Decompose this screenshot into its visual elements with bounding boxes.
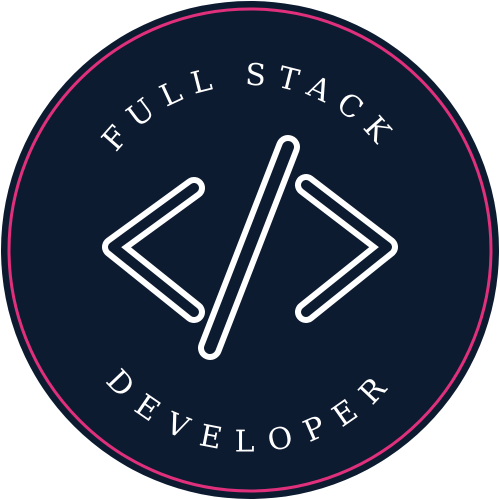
logo-svg: FULL STACK DEVELOPER bbox=[0, 0, 500, 500]
full-stack-developer-logo: FULL STACK DEVELOPER bbox=[0, 0, 500, 500]
